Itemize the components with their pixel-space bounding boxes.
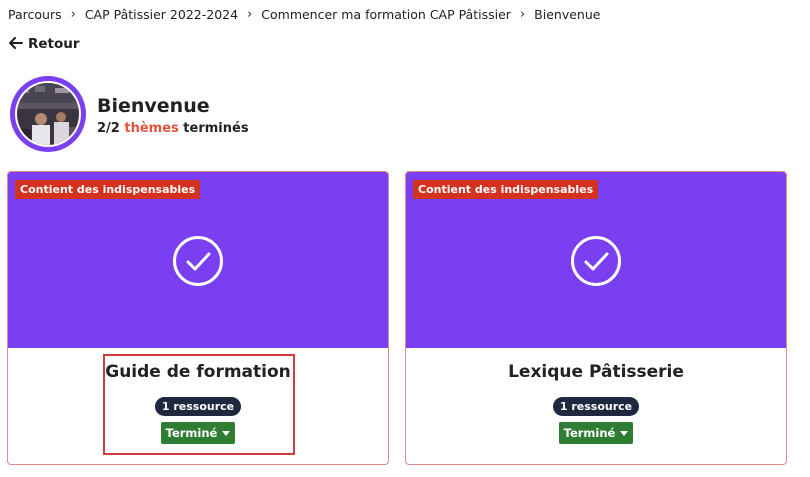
breadcrumb-item-commencer-formation[interactable]: Commencer ma formation CAP Pâtissier <box>261 7 511 22</box>
card-title[interactable]: Guide de formation <box>8 362 388 382</box>
check-circle-icon <box>173 236 223 286</box>
progress-suffix: terminés <box>183 120 249 136</box>
resource-count-badge: 1 ressource <box>552 397 640 416</box>
breadcrumb-item-bienvenue: Bienvenue <box>534 6 601 22</box>
card-body: Guide de formation 1 ressource Terminé <box>8 362 388 444</box>
status-label: Terminé <box>165 426 218 440</box>
progress-count: 2/2 <box>97 120 120 136</box>
status-dropdown[interactable]: Terminé <box>160 422 236 444</box>
resource-count-badge: 1 ressource <box>154 397 242 416</box>
indispensables-badge: Contient des indispensables <box>15 180 201 199</box>
breadcrumb: Parcours › CAP Pâtissier 2022-2024 › Com… <box>8 6 600 22</box>
page-title: Bienvenue <box>97 94 210 117</box>
card-body: Lexique Pâtisserie 1 ressource Terminé <box>406 362 786 444</box>
theme-card-lexique-patisserie[interactable]: Contient des indispensables Lexique Pâti… <box>405 171 787 465</box>
breadcrumb-separator: › <box>247 6 253 22</box>
avatar <box>10 76 86 152</box>
breadcrumb-separator: › <box>519 6 526 22</box>
page-header: Bienvenue 2/2 thèmes terminés <box>10 76 249 152</box>
avatar-photo <box>17 83 79 145</box>
breadcrumb-item-parcours[interactable]: Parcours <box>8 7 62 22</box>
back-label: Retour <box>28 36 80 52</box>
caret-down-icon <box>222 430 231 436</box>
progress-accent: thèmes <box>124 120 179 136</box>
arrow-left-icon <box>9 36 23 52</box>
status-dropdown[interactable]: Terminé <box>558 422 634 444</box>
theme-card-guide-formation[interactable]: Contient des indispensables Guide de for… <box>7 171 389 465</box>
breadcrumb-item-cap-patissier[interactable]: CAP Pâtissier 2022-2024 <box>85 7 238 22</box>
breadcrumb-separator: › <box>70 6 76 22</box>
caret-down-icon <box>620 430 629 436</box>
check-circle-icon <box>571 236 621 286</box>
status-label: Terminé <box>563 426 616 440</box>
card-banner: Contient des indispensables <box>8 172 388 348</box>
indispensables-badge: Contient des indispensables <box>413 180 599 199</box>
card-title[interactable]: Lexique Pâtisserie <box>406 362 786 382</box>
progress-summary: 2/2 thèmes terminés <box>97 121 249 136</box>
back-button[interactable]: Retour <box>9 36 80 52</box>
card-banner: Contient des indispensables <box>406 172 786 348</box>
